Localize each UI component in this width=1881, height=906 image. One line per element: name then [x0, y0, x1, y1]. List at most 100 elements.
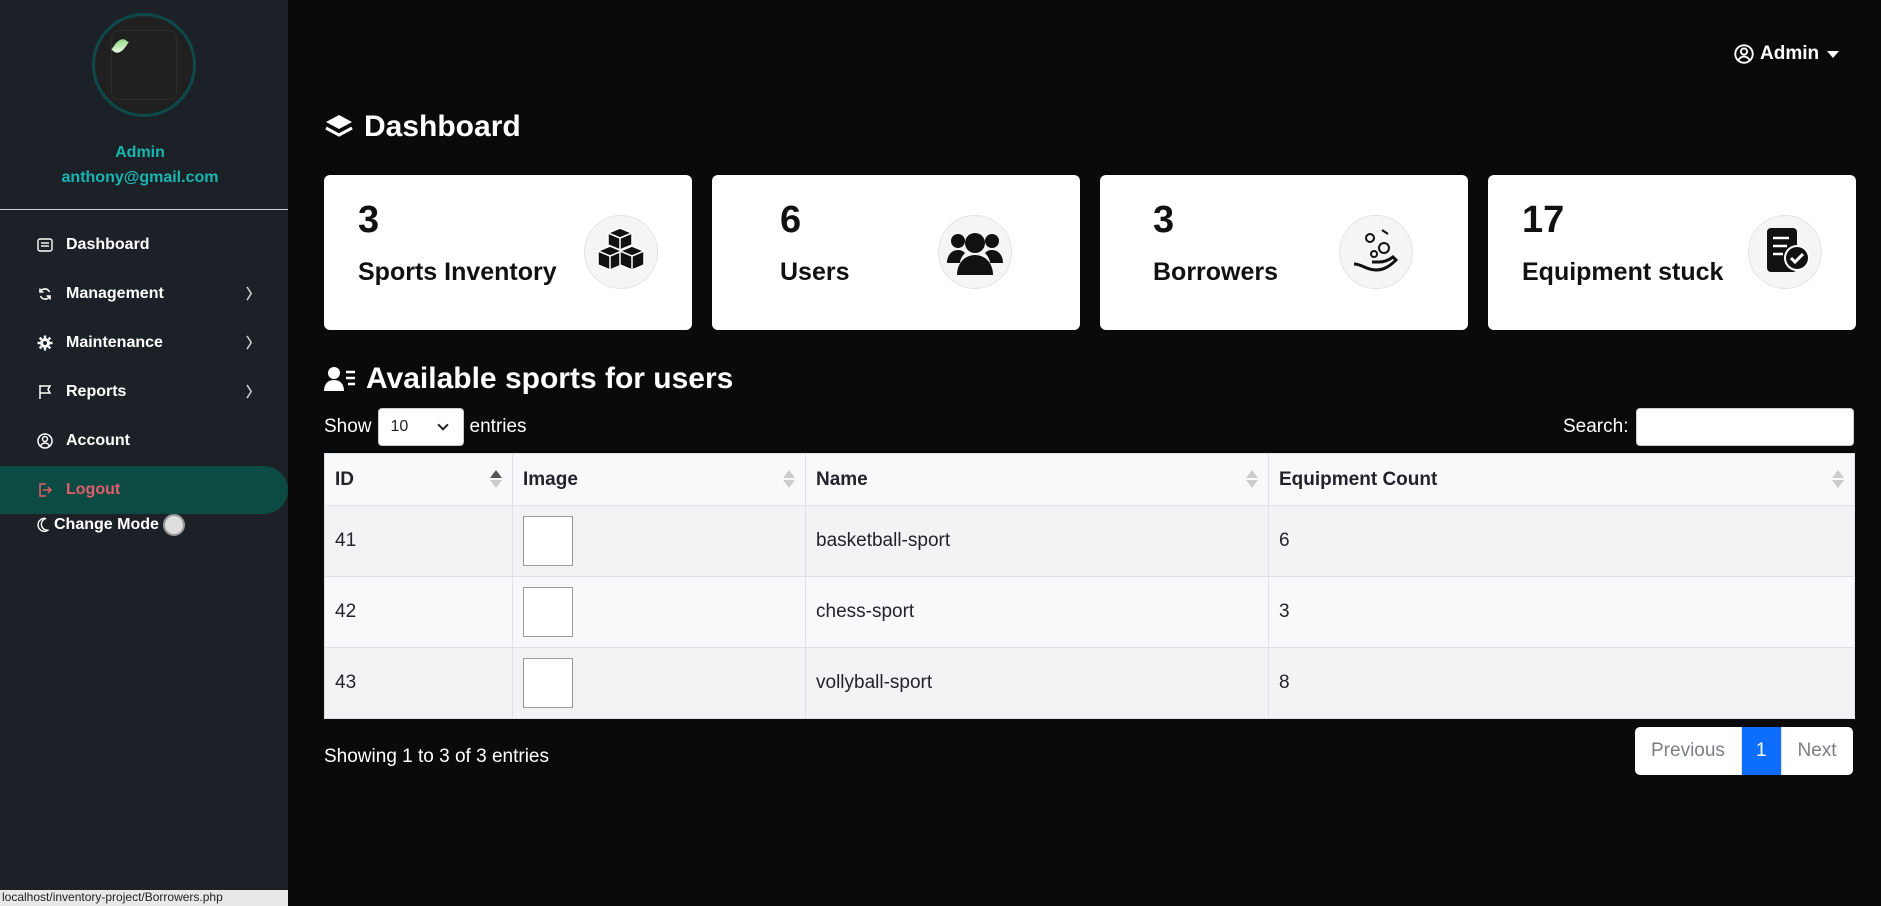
sports-table: ID Image Name Equipment Count 41 basketb… [324, 453, 1855, 719]
sidebar-item-maintenance[interactable]: Maintenance 〉 [0, 319, 288, 367]
stat-label: Equipment stuck [1522, 258, 1724, 286]
sidebar-item-reports[interactable]: Reports 〉 [0, 368, 288, 416]
previous-button[interactable]: Previous [1635, 727, 1742, 775]
column-header-equipment-count[interactable]: Equipment Count [1268, 453, 1855, 506]
section-title-text: Available sports for users [366, 362, 734, 395]
chevron-right-icon: 〉 [246, 286, 260, 302]
sidebar-item-label: Dashboard [66, 236, 150, 253]
sort-icon [1246, 470, 1258, 488]
page-title-text: Dashboard [364, 110, 521, 143]
change-mode-toggle[interactable]: Change Mode [36, 514, 185, 536]
broken-image-icon [523, 658, 573, 708]
user-circle-icon [36, 432, 54, 450]
stat-value: 3 [358, 199, 380, 241]
section-title: Available sports for users [324, 362, 733, 396]
table-search: Search: [1563, 408, 1855, 446]
stat-value: 3 [1153, 199, 1175, 241]
cell-name: basketball-sport [805, 505, 1269, 577]
page-size-control: Show 10 entries [324, 408, 527, 446]
table-header-row: ID Image Name Equipment Count [324, 453, 1855, 506]
stat-label: Users [780, 258, 850, 286]
cell-id: 43 [324, 647, 513, 719]
sort-icon [490, 470, 502, 488]
sidebar-item-label: Management [66, 285, 164, 302]
stat-card-sports-inventory: 3 Sports Inventory [324, 175, 692, 330]
gear-icon [36, 334, 54, 352]
sidebar-item-management[interactable]: Management 〉 [0, 270, 288, 318]
sidebar: Admin anthony@gmail.com Dashboard Manage… [0, 0, 288, 906]
cell-id: 42 [324, 576, 513, 648]
status-url: localhost/inventory-project/Borrowers.ph… [0, 890, 288, 906]
table-row: 41 basketball-sport 6 [324, 505, 1855, 577]
moon-icon [36, 517, 50, 533]
stat-card-equipment-stuck: 17 Equipment stuck [1488, 175, 1856, 330]
sort-icon [1832, 470, 1844, 488]
column-label: ID [335, 468, 354, 490]
chevron-right-icon: 〉 [246, 335, 260, 351]
column-header-id[interactable]: ID [324, 453, 513, 506]
broken-image-icon [523, 516, 573, 566]
sidebar-item-label: Maintenance [66, 334, 163, 351]
cell-name: vollyball-sport [805, 647, 1269, 719]
table-info: Showing 1 to 3 of 3 entries [324, 746, 549, 767]
cell-count: 6 [1268, 505, 1855, 577]
column-header-name[interactable]: Name [805, 453, 1269, 506]
cell-image [512, 647, 806, 719]
caret-down-icon [1827, 50, 1840, 58]
cell-count: 8 [1268, 647, 1855, 719]
user-circle-icon [1734, 44, 1754, 64]
column-label: Image [523, 468, 578, 490]
sidebar-item-logout[interactable]: Logout [0, 466, 288, 514]
sidebar-item-label: Reports [66, 383, 127, 400]
stat-value: 6 [780, 199, 802, 241]
hand-coins-icon [1339, 215, 1413, 289]
page-size-value: 10 [390, 418, 409, 435]
table-row: 42 chess-sport 3 [324, 576, 1855, 648]
users-group-icon [938, 215, 1012, 289]
sidebar-item-label: Logout [66, 481, 121, 498]
column-header-image[interactable]: Image [512, 453, 806, 506]
column-label: Name [816, 468, 868, 490]
cell-image [512, 576, 806, 648]
stat-card-users: 6 Users [712, 175, 1080, 330]
change-mode-label: Change Mode [54, 516, 159, 533]
stat-card-borrowers: 3 Borrowers [1100, 175, 1468, 330]
broken-image-icon [523, 587, 573, 637]
admin-dropdown[interactable]: Admin [1734, 43, 1840, 65]
page-size-select[interactable]: 10 [377, 408, 464, 446]
stat-label: Borrowers [1153, 258, 1279, 286]
layers-icon [324, 113, 354, 141]
sidebar-item-account[interactable]: Account [0, 417, 288, 465]
flag-icon [36, 383, 54, 401]
show-label: Show [324, 416, 372, 437]
pagination: Previous 1 Next [1635, 727, 1853, 775]
search-input[interactable] [1636, 408, 1855, 446]
chevron-right-icon: 〉 [246, 384, 260, 400]
user-name: Admin [115, 144, 165, 161]
toggle-switch[interactable] [162, 514, 185, 536]
document-check-icon [1748, 215, 1822, 289]
dashboard-icon [36, 236, 54, 254]
next-button[interactable]: Next [1782, 727, 1853, 775]
column-label: Equipment Count [1279, 468, 1438, 490]
page-title: Dashboard [324, 110, 521, 144]
table-row: 43 vollyball-sport 8 [324, 647, 1855, 719]
page-1-button[interactable]: 1 [1741, 727, 1782, 775]
stat-label: Sports Inventory [358, 258, 557, 286]
sidebar-item-dashboard[interactable]: Dashboard [0, 221, 288, 269]
sidebar-divider [0, 209, 288, 210]
cell-id: 41 [324, 505, 513, 577]
logout-icon [36, 481, 54, 499]
search-label: Search: [1563, 416, 1629, 437]
avatar [92, 13, 196, 117]
cell-name: chess-sport [805, 576, 1269, 648]
user-email: anthony@gmail.com [61, 169, 219, 186]
entries-label: entries [469, 416, 527, 437]
cell-count: 3 [1268, 576, 1855, 648]
sort-icon [783, 470, 795, 488]
chevron-down-icon [436, 419, 449, 431]
boxes-icon [584, 215, 658, 289]
cell-image [512, 505, 806, 577]
user-list-icon [324, 366, 356, 392]
admin-label: Admin [1760, 43, 1820, 64]
